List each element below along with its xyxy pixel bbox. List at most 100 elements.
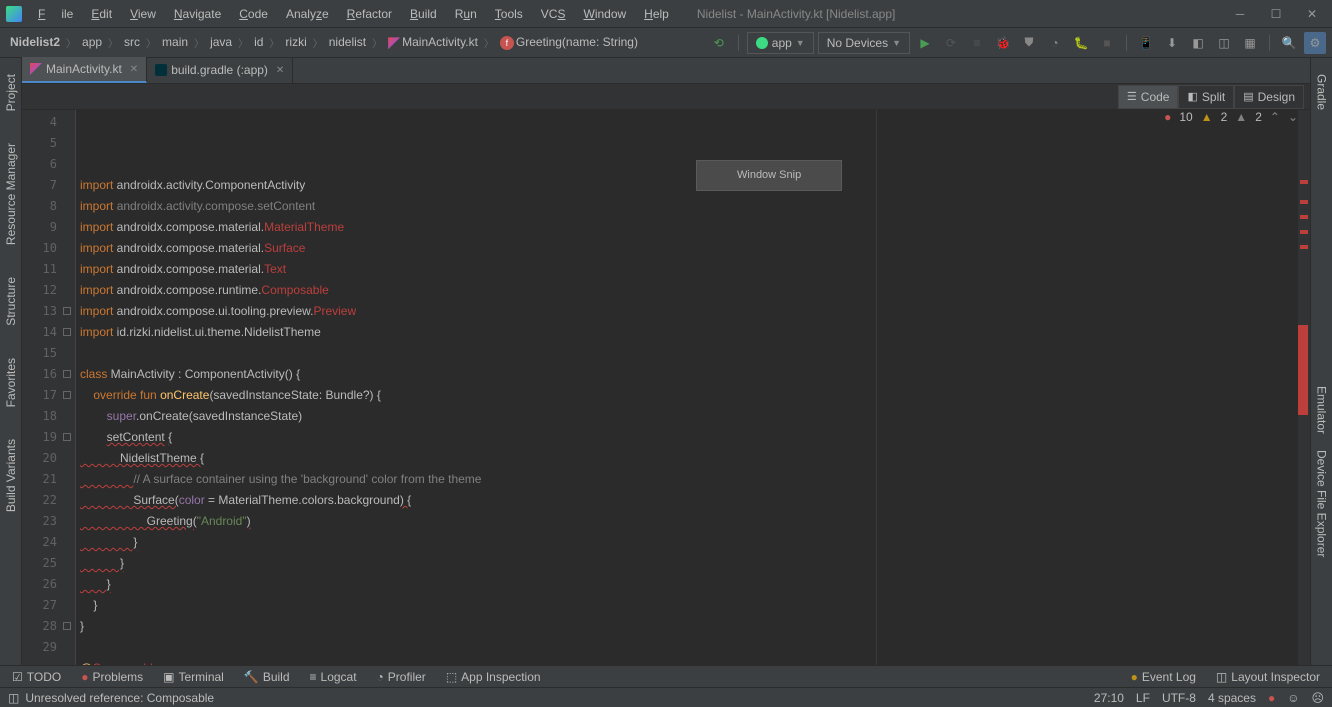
menu-code[interactable]: Code	[231, 3, 276, 25]
code-line[interactable]: import androidx.compose.material.Text	[80, 259, 1310, 280]
line-number[interactable]: 13	[22, 301, 75, 322]
menu-edit[interactable]: Edit	[83, 3, 120, 25]
code-editor[interactable]: 4567891011121314151617181920212223242526…	[22, 110, 1310, 665]
stop-button[interactable]: ■	[1096, 32, 1118, 54]
line-number[interactable]: 19	[22, 427, 75, 448]
debug-button[interactable]: 🐞	[992, 32, 1014, 54]
apply-changes-icon[interactable]: ⟳	[940, 32, 962, 54]
device-selector[interactable]: No Devices ▼	[818, 32, 910, 54]
line-number[interactable]: 28	[22, 616, 75, 637]
line-number[interactable]: 17	[22, 385, 75, 406]
maximize-button[interactable]: ☐	[1262, 4, 1290, 24]
menu-tools[interactable]: Tools	[487, 3, 531, 25]
menu-help[interactable]: Help	[636, 3, 677, 25]
line-number[interactable]: 18	[22, 406, 75, 427]
caret-position[interactable]: 27:10	[1094, 691, 1124, 705]
fold-icon[interactable]	[63, 370, 71, 378]
tool-terminal[interactable]: ▣Terminal	[159, 668, 228, 686]
code-line[interactable]: import androidx.compose.ui.tooling.previ…	[80, 301, 1310, 322]
tool-build-variants[interactable]: Build Variants	[2, 431, 20, 520]
code-line[interactable]: }	[80, 553, 1310, 574]
close-button[interactable]: ✕	[1298, 4, 1326, 24]
line-number[interactable]: 8	[22, 196, 75, 217]
line-number[interactable]: 26	[22, 574, 75, 595]
breadcrumb-item[interactable]: app	[78, 33, 106, 51]
sdk-manager-icon[interactable]: ⬇	[1161, 32, 1183, 54]
view-split-button[interactable]: ◧ Split	[1178, 85, 1234, 109]
run-config-selector[interactable]: app ▼	[747, 32, 814, 54]
code-line[interactable]: NidelistTheme {	[80, 448, 1310, 469]
resource-manager-icon[interactable]: ◧	[1187, 32, 1209, 54]
tab-build-gradle[interactable]: build.gradle (:app) ✕	[147, 57, 293, 83]
menu-window[interactable]: Window	[575, 3, 634, 25]
tool-build[interactable]: 🔨Build	[240, 668, 294, 686]
close-tab-icon[interactable]: ✕	[276, 65, 284, 76]
code-line[interactable]: }	[80, 595, 1310, 616]
line-number[interactable]: 29	[22, 637, 75, 658]
line-number[interactable]: 25	[22, 553, 75, 574]
line-number[interactable]: 14	[22, 322, 75, 343]
code-line[interactable]: import androidx.compose.material.Materia…	[80, 217, 1310, 238]
breadcrumb-item[interactable]: java	[206, 33, 236, 51]
coverage-icon[interactable]: ⛊	[1018, 32, 1040, 54]
fold-icon[interactable]	[63, 328, 71, 336]
code-line[interactable]: class MainActivity : ComponentActivity()…	[80, 364, 1310, 385]
line-number[interactable]: 5	[22, 133, 75, 154]
code-line[interactable]: Greeting("Android")	[80, 511, 1310, 532]
line-number[interactable]: 23	[22, 511, 75, 532]
line-number[interactable]: 24	[22, 532, 75, 553]
code-content[interactable]: import androidx.activity.ComponentActivi…	[76, 110, 1310, 665]
breadcrumb-item[interactable]: nidelist	[325, 33, 370, 51]
line-number[interactable]: 7	[22, 175, 75, 196]
close-tab-icon[interactable]: ✕	[130, 64, 138, 75]
view-code-button[interactable]: ☰ Code	[1118, 85, 1179, 109]
tool-problems[interactable]: ●Problems	[77, 668, 147, 686]
breadcrumb-item[interactable]: id	[250, 33, 267, 51]
menu-refactor[interactable]: Refactor	[339, 3, 400, 25]
code-line[interactable]: import id.rizki.nidelist.ui.theme.Nideli…	[80, 322, 1310, 343]
code-line[interactable]: import androidx.compose.material.Surface	[80, 238, 1310, 259]
tool-device-file-explorer[interactable]: Device File Explorer	[1313, 442, 1331, 565]
tab-mainactivity[interactable]: MainActivity.kt ✕	[22, 57, 147, 83]
attach-debugger-icon[interactable]: 🐛	[1070, 32, 1092, 54]
code-line[interactable]: import androidx.compose.runtime.Composab…	[80, 280, 1310, 301]
code-line[interactable]: @Composable	[80, 658, 1310, 665]
line-number[interactable]: 9	[22, 217, 75, 238]
code-line[interactable]: Surface(color = MaterialTheme.colors.bac…	[80, 490, 1310, 511]
indent-setting[interactable]: 4 spaces	[1208, 691, 1256, 705]
code-line[interactable]: import androidx.activity.compose.setCont…	[80, 196, 1310, 217]
tool-layout-inspector[interactable]: ◫Layout Inspector	[1212, 668, 1324, 686]
code-line[interactable]: setContent {	[80, 427, 1310, 448]
code-line[interactable]: override fun onCreate(savedInstanceState…	[80, 385, 1310, 406]
line-number[interactable]: 4	[22, 112, 75, 133]
avd-manager-icon[interactable]: 📱	[1135, 32, 1157, 54]
settings-icon[interactable]: ⚙	[1304, 32, 1326, 54]
line-number[interactable]: 10	[22, 238, 75, 259]
code-line[interactable]	[80, 343, 1310, 364]
menu-navigate[interactable]: Navigate	[166, 3, 229, 25]
fold-icon[interactable]	[63, 391, 71, 399]
breadcrumb-item[interactable]: main	[158, 33, 192, 51]
layout-inspector-icon[interactable]: ◫	[1213, 32, 1235, 54]
tool-structure[interactable]: Structure	[2, 269, 20, 334]
breadcrumb-item[interactable]: rizki	[281, 33, 310, 51]
tool-todo[interactable]: ☑TODO	[8, 668, 65, 686]
breadcrumb-symbol[interactable]: fGreeting(name: String)	[496, 33, 642, 52]
line-number[interactable]: 6	[22, 154, 75, 175]
breadcrumb-file[interactable]: MainActivity.kt	[384, 33, 482, 51]
apply-code-icon[interactable]: ≡	[966, 32, 988, 54]
menu-file[interactable]: File	[30, 3, 81, 25]
ide-errors-icon[interactable]: ☹	[1311, 691, 1324, 705]
code-line[interactable]: super.onCreate(savedInstanceState)	[80, 406, 1310, 427]
line-number[interactable]: 16	[22, 364, 75, 385]
code-line[interactable]: }	[80, 532, 1310, 553]
code-line[interactable]: }	[80, 616, 1310, 637]
tool-profiler[interactable]: ◔Profiler	[373, 668, 430, 686]
running-devices-icon[interactable]: ▦	[1239, 32, 1261, 54]
menu-analyze[interactable]: Analyze	[278, 3, 337, 25]
line-number[interactable]: 12	[22, 280, 75, 301]
tool-gradle[interactable]: Gradle	[1313, 66, 1331, 118]
read-only-icon[interactable]: ●	[1268, 691, 1275, 705]
breadcrumb-item[interactable]: src	[120, 33, 144, 51]
fold-icon[interactable]	[63, 433, 71, 441]
